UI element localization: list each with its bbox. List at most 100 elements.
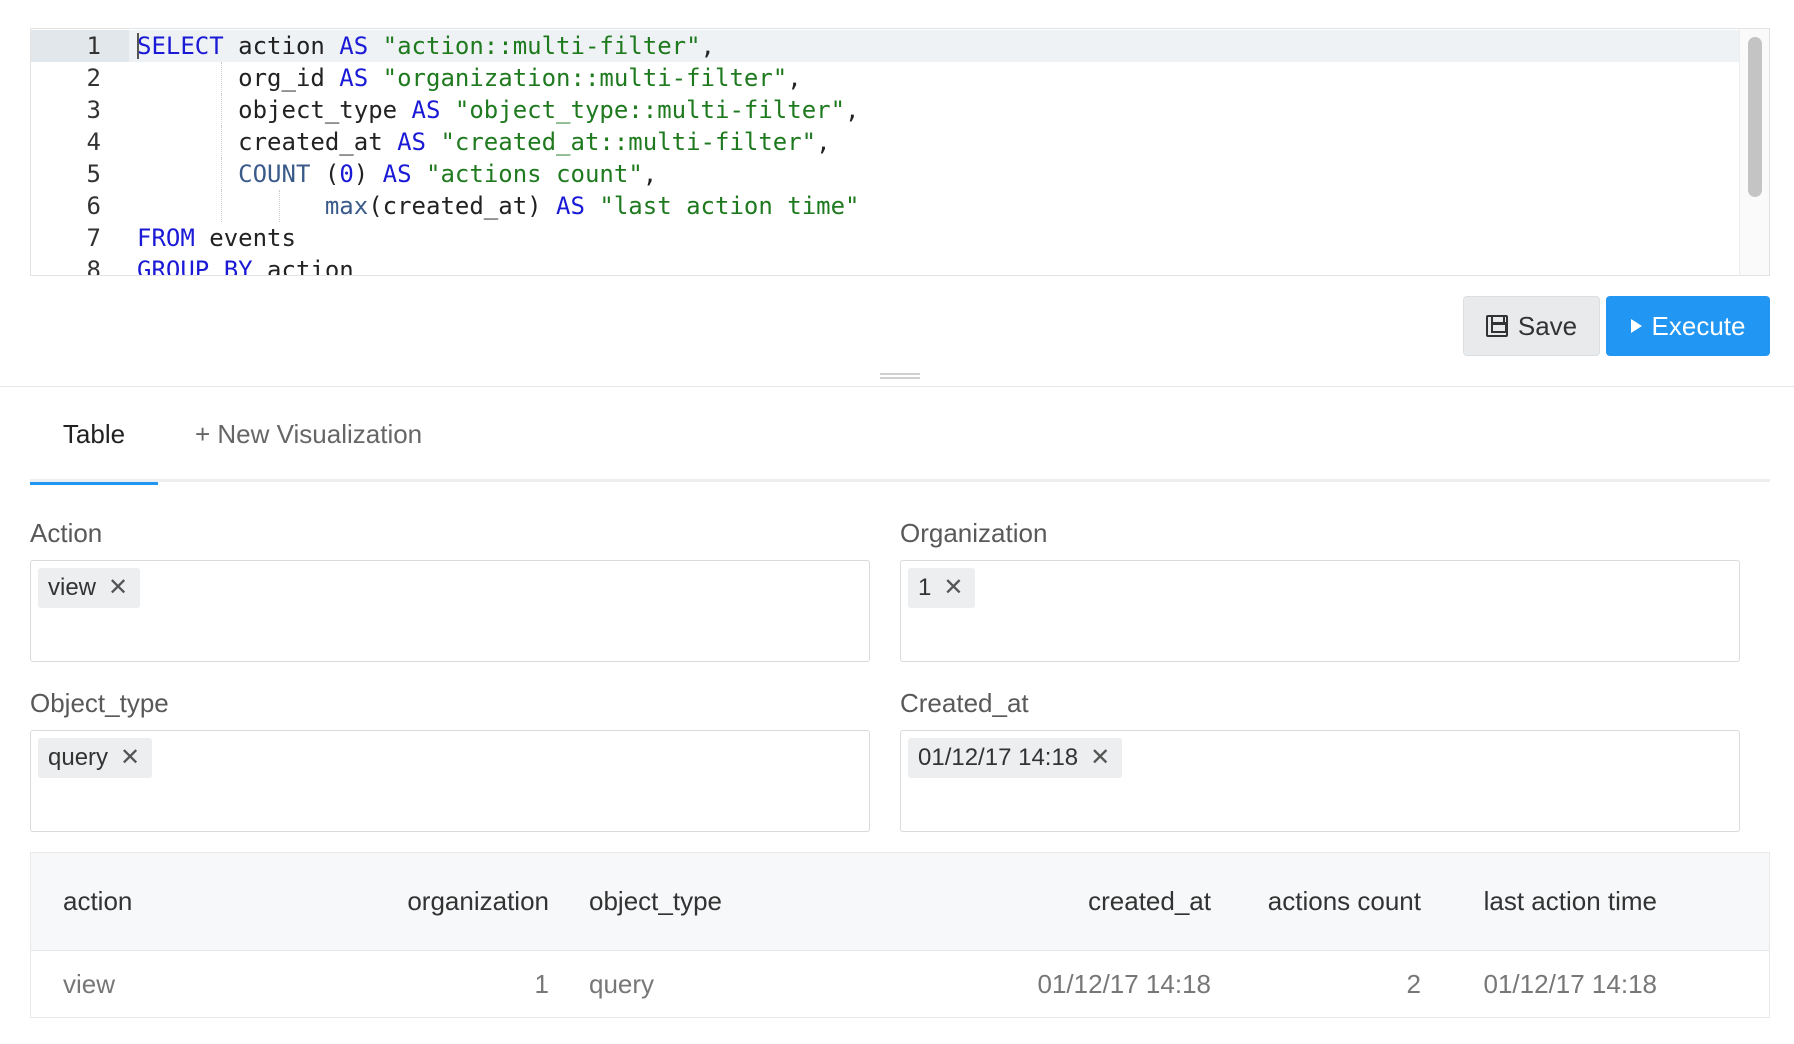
line-number: 7: [31, 222, 129, 254]
code-text: COUNT (0) AS "actions count",: [137, 158, 657, 190]
line-number: 2: [31, 62, 129, 94]
code-token: AS: [556, 192, 585, 220]
save-button-label: Save: [1518, 311, 1577, 342]
code-line[interactable]: 3 object_type AS "object_type::multi-fil…: [31, 94, 1739, 126]
code-line[interactable]: 1 SELECT action AS "action::multi-filter"…: [31, 30, 1739, 62]
filter-chip: 01/12/17 14:18 ✕: [908, 738, 1122, 778]
visualization-tabs: Table + New Visualization: [30, 386, 1770, 482]
code-line[interactable]: 6 max(created_at) AS "last action time": [31, 190, 1739, 222]
execute-button-label: Execute: [1652, 311, 1746, 342]
code-token: ,: [845, 96, 859, 124]
line-number: 5: [31, 158, 129, 190]
filter-input-created-at[interactable]: 01/12/17 14:18 ✕: [900, 730, 1740, 832]
line-number: 3: [31, 94, 129, 126]
code-token: "action::multi-filter": [383, 32, 701, 60]
code-token: AS: [339, 32, 368, 60]
pane-resize-handle[interactable]: [880, 373, 920, 379]
filter-chip-value: query: [48, 744, 108, 772]
table-row: view 1 query 01/12/17 14:18 2 01/12/17 1…: [31, 951, 1769, 1017]
code-token: [440, 96, 454, 124]
line-number: 6: [31, 190, 129, 222]
code-token: "object_type::multi-filter": [455, 96, 845, 124]
column-header-organization[interactable]: organization: [321, 853, 549, 950]
code-token: object_type: [137, 96, 412, 124]
code-token: GROUP BY: [137, 256, 253, 276]
table-header: action organization object_type created_…: [31, 853, 1769, 951]
save-button[interactable]: Save: [1463, 296, 1600, 356]
column-header-object-type[interactable]: object_type: [589, 853, 849, 950]
column-header-created-at[interactable]: created_at: [931, 853, 1211, 950]
line-number: 4: [31, 126, 129, 158]
code-token: org_id: [137, 64, 339, 92]
filter-input-organization[interactable]: 1 ✕: [900, 560, 1740, 662]
code-text: FROM events: [137, 222, 296, 254]
code-token: AS: [339, 64, 368, 92]
code-line[interactable]: 8 GROUP BY action: [31, 254, 1739, 276]
code-line[interactable]: 5 COUNT (0) AS "actions count",: [31, 158, 1739, 190]
code-line[interactable]: 2 org_id AS "organization::multi-filter"…: [31, 62, 1739, 94]
floppy-disk-icon: [1486, 315, 1508, 337]
code-token: (: [310, 160, 339, 188]
code-token: COUNT: [238, 160, 310, 188]
editor-scrollbar-thumb[interactable]: [1748, 37, 1762, 197]
filter-input-action[interactable]: view ✕: [30, 560, 870, 662]
code-token: action: [224, 32, 340, 60]
text-cursor: [137, 33, 139, 59]
filter-input-object-type[interactable]: query ✕: [30, 730, 870, 832]
code-token: [137, 192, 325, 220]
column-header-action[interactable]: action: [63, 853, 263, 950]
code-token: ,: [643, 160, 657, 188]
code-token: ,: [816, 128, 830, 156]
table-cell: 01/12/17 14:18: [931, 951, 1211, 1017]
code-token: created_at: [137, 128, 397, 156]
sql-editor[interactable]: 1 SELECT action AS "action::multi-filter"…: [30, 28, 1770, 276]
code-token: ): [354, 160, 383, 188]
code-token: [412, 160, 426, 188]
line-number: 1: [31, 30, 129, 62]
filter-label-object-type: Object_type: [30, 688, 169, 719]
filter-label-action: Action: [30, 518, 102, 549]
code-text: created_at AS "created_at::multi-filter"…: [137, 126, 831, 158]
code-text: object_type AS "object_type::multi-filte…: [137, 94, 860, 126]
close-icon[interactable]: ✕: [108, 576, 128, 600]
code-token: AS: [383, 160, 412, 188]
table-cell: view: [63, 951, 263, 1017]
code-line[interactable]: 4 created_at AS "created_at::multi-filte…: [31, 126, 1739, 158]
code-line[interactable]: 7FROM events: [31, 222, 1739, 254]
tab-table-label: Table: [63, 419, 125, 449]
column-header-actions-count[interactable]: actions count: [1221, 853, 1421, 950]
code-token: [585, 192, 599, 220]
code-token: 0: [339, 160, 353, 188]
tab-new-visualization-label: + New Visualization: [195, 419, 422, 449]
close-icon[interactable]: ✕: [943, 576, 963, 600]
tab-table[interactable]: Table: [30, 386, 158, 482]
code-text: max(created_at) AS "last action time": [137, 190, 860, 222]
close-icon[interactable]: ✕: [120, 746, 140, 770]
execute-button[interactable]: Execute: [1606, 296, 1770, 356]
code-token: ,: [787, 64, 801, 92]
filter-chip: 1 ✕: [908, 568, 975, 608]
table-cell: query: [589, 951, 849, 1017]
code-token: FROM: [137, 224, 195, 252]
code-token: [368, 64, 382, 92]
code-token: events: [195, 224, 296, 252]
tab-new-visualization[interactable]: + New Visualization: [195, 386, 422, 482]
code-token: SELECT: [137, 32, 224, 60]
code-token: "last action time": [599, 192, 859, 220]
filter-chip-value: view: [48, 574, 96, 602]
play-icon: [1631, 319, 1642, 333]
table-cell: 1: [321, 951, 549, 1017]
code-token: AS: [397, 128, 426, 156]
code-lines[interactable]: 1 SELECT action AS "action::multi-filter"…: [31, 30, 1739, 276]
line-number: 8: [31, 254, 129, 276]
column-header-last-action-time[interactable]: last action time: [1431, 853, 1657, 950]
results-table: action organization object_type created_…: [30, 852, 1770, 1018]
filter-chip: view ✕: [38, 568, 140, 608]
code-token: ,: [701, 32, 715, 60]
close-icon[interactable]: ✕: [1090, 746, 1110, 770]
table-cell: 2: [1221, 951, 1421, 1017]
code-token: "actions count": [426, 160, 643, 188]
editor-scrollbar[interactable]: [1739, 29, 1769, 275]
code-text: GROUP BY action: [137, 254, 354, 276]
filter-chip: query ✕: [38, 738, 152, 778]
